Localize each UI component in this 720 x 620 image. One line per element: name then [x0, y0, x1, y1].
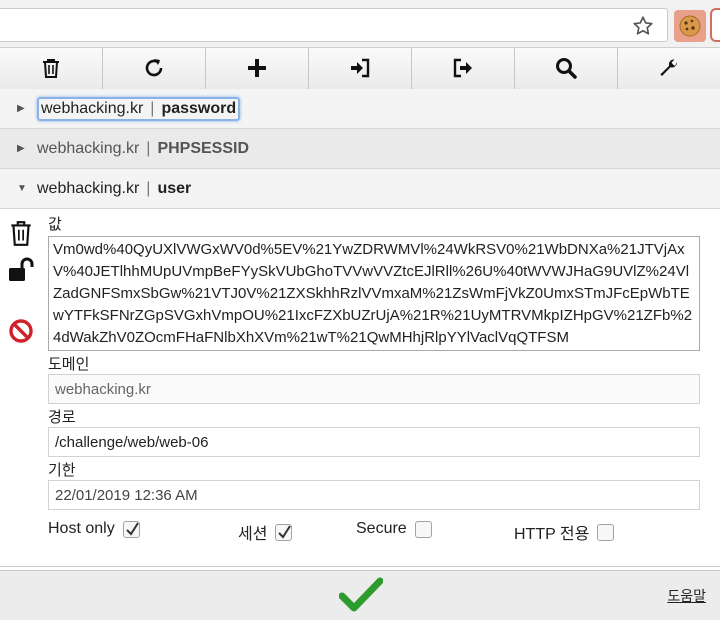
browser-toolbar: [0, 0, 720, 48]
host-only-option[interactable]: Host only: [48, 520, 140, 538]
cookie-row-user[interactable]: ▼ webhacking.kr | user: [0, 169, 720, 209]
cookie-title: webhacking.kr | password: [37, 96, 241, 121]
path-field[interactable]: /challenge/web/web-06: [48, 427, 700, 457]
secure-checkbox[interactable]: [414, 520, 432, 538]
block-icon[interactable]: [8, 318, 34, 349]
session-option[interactable]: 세션: [238, 520, 293, 544]
expiry-field[interactable]: 22/01/2019 12:36 AM: [48, 480, 700, 510]
reset-button[interactable]: [103, 48, 206, 92]
expiry-label: 기한: [48, 462, 76, 479]
editor-toolbar: [0, 48, 720, 93]
http-only-option[interactable]: HTTP 전용: [514, 520, 615, 544]
star-icon[interactable]: [632, 15, 654, 37]
cookie-title: webhacking.kr | PHPSESSID: [37, 140, 249, 158]
refresh-icon: [142, 56, 166, 85]
expand-arrow-icon[interactable]: ▶: [17, 143, 27, 154]
domain-label: 도메인: [48, 356, 90, 373]
session-label: 세션: [238, 526, 268, 543]
search-button[interactable]: [515, 48, 618, 92]
trash-icon[interactable]: [8, 219, 34, 252]
add-button[interactable]: [206, 48, 309, 92]
value-label: 값: [48, 216, 62, 233]
expand-arrow-icon[interactable]: ▶: [17, 103, 27, 114]
delete-all-button[interactable]: [0, 48, 103, 92]
collapse-arrow-icon[interactable]: ▼: [17, 183, 27, 194]
plus-icon: [245, 56, 269, 85]
unlock-icon[interactable]: [8, 257, 36, 288]
cookie-flags: Host only 세션 Secure HTTP 전용: [48, 520, 708, 544]
value-field[interactable]: Vm0wd%40QyUXlVWGxWV0d%5EV%21YwZDRWMVl%24…: [48, 236, 700, 351]
separator: |: [146, 139, 151, 157]
domain-field[interactable]: webhacking.kr: [48, 374, 700, 404]
session-checkbox[interactable]: [275, 523, 293, 541]
path-label: 경로: [48, 409, 76, 426]
cookie-name: password: [161, 99, 237, 117]
popup-edge: [710, 8, 720, 42]
cookie-row-password[interactable]: ▶ webhacking.kr | password: [0, 89, 720, 129]
cookie-name: PHPSESSID: [157, 139, 250, 157]
cookie-domain: webhacking.kr: [37, 179, 140, 197]
address-bar[interactable]: [0, 8, 668, 42]
trash-icon: [39, 56, 63, 85]
save-button[interactable]: [338, 577, 384, 618]
settings-button[interactable]: [618, 48, 720, 92]
secure-option[interactable]: Secure: [356, 520, 432, 538]
secure-label: Secure: [356, 520, 407, 537]
wrench-icon: [657, 56, 681, 85]
cookie-domain: webhacking.kr: [41, 99, 144, 117]
separator: |: [146, 179, 151, 197]
editor-footer: 도움말: [0, 570, 720, 620]
http-only-checkbox[interactable]: [597, 523, 615, 541]
cookie-detail-panel: 값 Vm0wd%40QyUXlVWGxWV0d%5EV%21YwZDRWMVl%…: [0, 209, 720, 567]
cookie-domain: webhacking.kr: [37, 139, 140, 157]
import-icon: [348, 56, 372, 85]
cookie-icon[interactable]: [674, 10, 706, 42]
host-only-checkbox[interactable]: [122, 520, 140, 538]
cookie-row-phpsessid[interactable]: ▶ webhacking.kr | PHPSESSID: [0, 129, 720, 169]
help-link[interactable]: 도움말: [667, 586, 706, 606]
host-only-label: Host only: [48, 520, 115, 537]
cookie-name: user: [157, 179, 192, 197]
export-button[interactable]: [412, 48, 515, 92]
checkmark-icon: [338, 577, 384, 618]
http-only-label: HTTP 전용: [514, 526, 590, 543]
import-button[interactable]: [309, 48, 412, 92]
search-icon: [554, 56, 578, 85]
separator: |: [150, 99, 155, 117]
cookie-title: webhacking.kr | user: [37, 180, 191, 198]
export-icon: [451, 56, 475, 85]
